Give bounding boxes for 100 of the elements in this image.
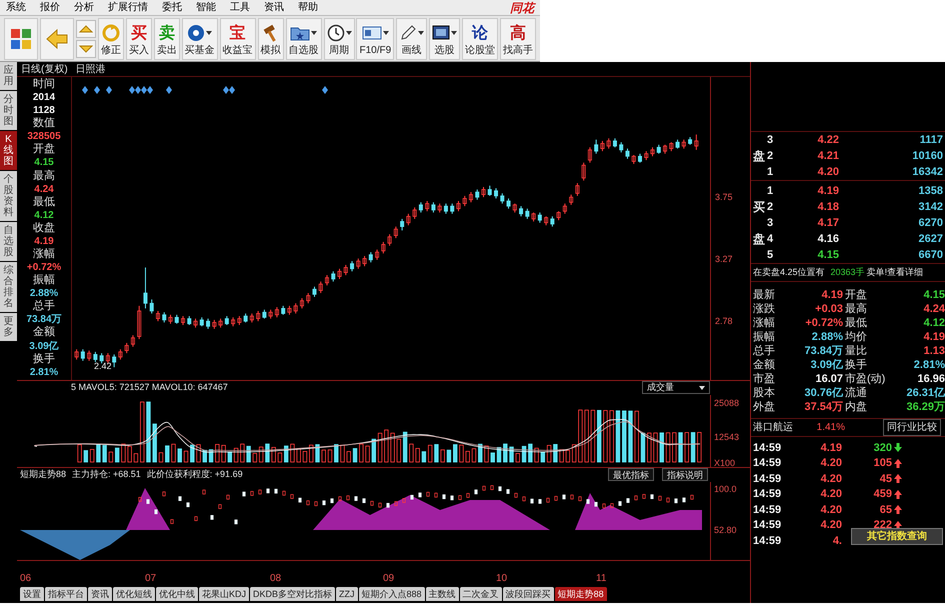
indicator-tab[interactable]: 资讯 — [88, 587, 112, 601]
menu-item[interactable]: 智能 — [196, 0, 216, 15]
quote-label: 量比 — [844, 344, 868, 358]
trade-price: 4.20 — [820, 472, 842, 486]
indicator-tab[interactable]: ZZJ — [336, 587, 358, 601]
industry-name: 港口航运 — [753, 420, 794, 435]
toolbar-button[interactable]: 买基金 — [182, 18, 218, 60]
quote-value: +0.03 — [814, 302, 843, 316]
indicator-tab[interactable]: 设置 — [20, 587, 44, 601]
quote-value: 73.84万 — [803, 344, 843, 358]
side-label: 盘 — [752, 148, 766, 165]
candle — [338, 268, 342, 280]
candle — [456, 200, 460, 212]
candle — [625, 148, 630, 160]
side-tab[interactable]: 综合排名 — [0, 262, 17, 312]
menu-item[interactable]: 扩展行情 — [108, 0, 148, 15]
toolbar-button[interactable]: F10/F9 — [356, 18, 394, 60]
indicator-button[interactable]: 指标说明 — [662, 468, 708, 482]
candle — [294, 302, 298, 314]
candle — [644, 150, 648, 161]
toolbar-button[interactable]: 宝 收益宝 — [220, 18, 256, 60]
candle — [194, 318, 198, 328]
candle — [212, 319, 216, 330]
toolbar-button[interactable]: 自选股 — [286, 18, 322, 60]
toolbar-button[interactable]: 高 找高手 — [500, 18, 536, 60]
indicator-tab[interactable]: 花果山KDJ — [199, 587, 250, 601]
toolbar-button[interactable]: 修正 — [98, 18, 124, 60]
toolbar-button[interactable]: 周期 — [324, 18, 355, 60]
side-tab[interactable]: 分时图 — [0, 91, 17, 130]
quote-value: 2.88% — [810, 330, 843, 344]
indicator-tab[interactable]: DKDB多空对比指标 — [250, 587, 336, 601]
side-tab[interactable]: K线图 — [0, 131, 17, 170]
toolbar-button[interactable]: 买 买入 — [126, 18, 152, 60]
quote-label: 涨幅 — [752, 316, 776, 330]
quote-label: 涨跌 — [752, 302, 776, 316]
trade-volume: 320 — [872, 440, 892, 456]
indicator-tab[interactable]: 波段回踩买 — [502, 587, 554, 601]
app-logo: 同花 — [510, 0, 534, 16]
trade-price: 4.20 — [820, 487, 842, 502]
candle — [562, 203, 567, 214]
side-tab[interactable]: 应用 — [0, 62, 17, 90]
menu-item[interactable]: 分析 — [74, 0, 94, 15]
indicator-tab[interactable]: 主数线 — [426, 587, 459, 601]
quote-value: 37.54万 — [803, 400, 843, 414]
back-arrow-button[interactable] — [40, 18, 74, 60]
indicator-tab[interactable]: 优化中线 — [156, 587, 198, 601]
indicator-tab[interactable]: 短期介入点888 — [358, 587, 425, 601]
grid-icon — [9, 26, 33, 50]
menu-item[interactable]: 委托 — [162, 0, 182, 15]
indicator-tab[interactable]: 短期走势88 — [554, 587, 607, 601]
indicator-tab[interactable]: 优化短线 — [113, 587, 155, 601]
quote-value: +0.72% — [804, 316, 843, 330]
info-label: 换手 — [33, 354, 55, 365]
up-arrow-button[interactable] — [76, 20, 96, 38]
toolbar-button[interactable]: 卖 卖出 — [154, 18, 180, 60]
alert-link[interactable]: 卖单!查看详细 — [866, 266, 924, 280]
book-volume: 6270 — [918, 216, 944, 231]
stock-name: 日照港 — [76, 62, 106, 76]
grid-button[interactable] — [4, 18, 38, 60]
indicator-tab[interactable]: 二次金叉 — [460, 587, 502, 601]
menu-item[interactable]: 工具 — [230, 0, 250, 15]
menu-item[interactable]: 系统 — [6, 0, 26, 15]
industry-compare-button[interactable]: 同行业比较 — [883, 419, 941, 436]
side-tab[interactable]: 个股资料 — [0, 171, 17, 221]
candle — [388, 234, 392, 246]
date-label: 09 — [383, 572, 394, 586]
back-arrow-icon — [44, 28, 69, 50]
toolbar-button[interactable]: 模拟 — [258, 18, 284, 60]
candle — [482, 186, 486, 198]
candle — [281, 305, 286, 316]
axis-label: 3.75 — [715, 191, 733, 204]
toolbar-button[interactable]: 论 论股堂 — [462, 18, 498, 60]
indicator-button[interactable]: 最优指标 — [608, 468, 654, 482]
candle — [688, 136, 692, 146]
trade-price: 4.20 — [820, 502, 842, 518]
book-volume: 10160 — [912, 148, 944, 164]
candle — [100, 352, 104, 364]
down-arrow-button[interactable] — [76, 40, 96, 58]
candle — [174, 314, 179, 324]
menu-item[interactable]: 报价 — [40, 0, 60, 15]
candle — [512, 203, 517, 214]
candle — [368, 252, 373, 263]
query-popup[interactable]: 其它指数查询 — [851, 528, 943, 545]
side-tab[interactable]: 自选股 — [0, 222, 17, 261]
indicator-tab[interactable]: 指标平台 — [45, 587, 87, 601]
trade-volume: 105 — [872, 456, 892, 471]
menu-item[interactable]: 帮助 — [298, 0, 318, 15]
candle — [237, 316, 242, 326]
menu-item[interactable]: 资讯 — [264, 0, 284, 15]
toolbar-button[interactable]: 选股 — [429, 18, 460, 60]
quote-label: 金额 — [752, 358, 776, 372]
info-label: 数值 — [33, 118, 55, 130]
info-label: 振幅 — [33, 275, 55, 286]
toolbar-button[interactable]: 画线 — [396, 18, 428, 60]
quote-value: 4.19 — [820, 288, 843, 302]
volume-dropdown[interactable]: 成交量 — [642, 381, 710, 394]
info-label: 时间 — [33, 79, 55, 90]
side-tab[interactable]: 更多 — [0, 313, 17, 341]
quote-value: 4.15 — [922, 288, 945, 302]
caret-icon — [699, 386, 705, 390]
